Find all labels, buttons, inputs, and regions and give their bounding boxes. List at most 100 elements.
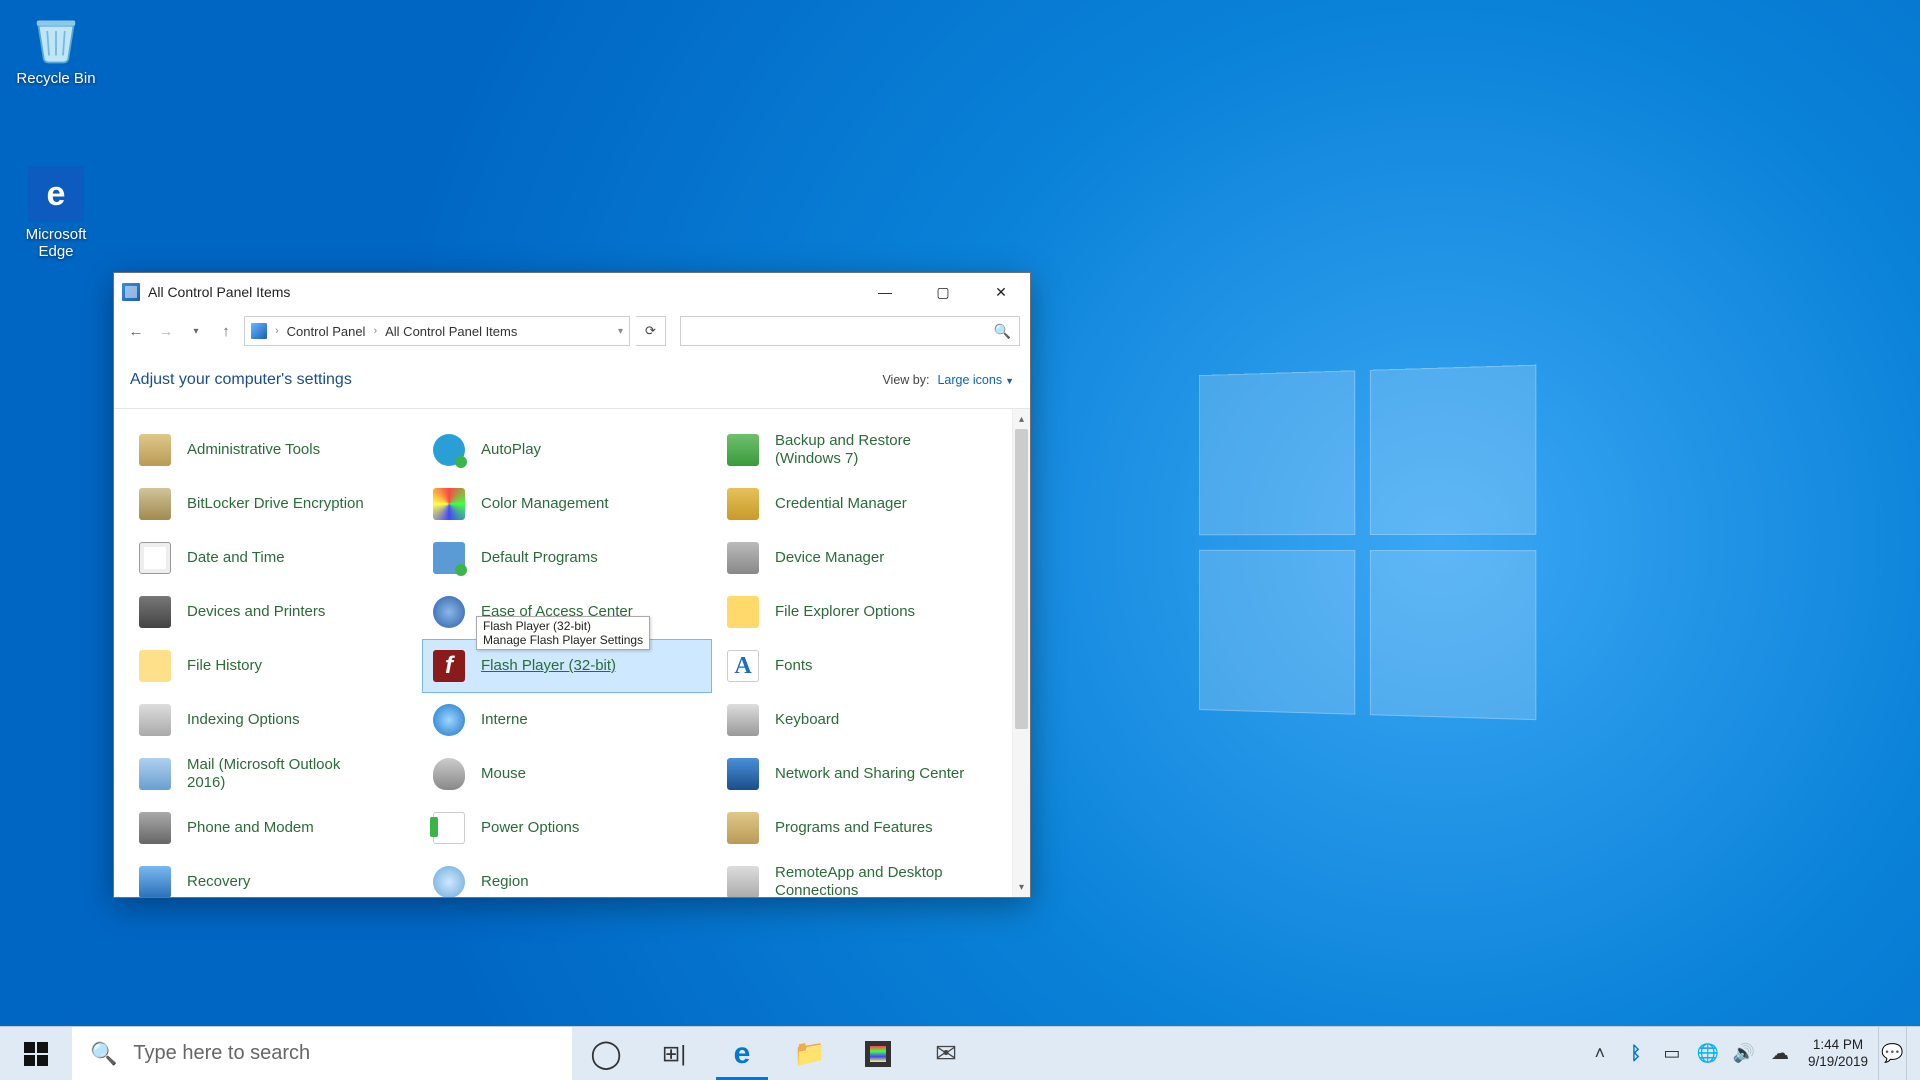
cp-item-recovery[interactable]: Recovery xyxy=(128,855,418,897)
cp-item-power-options[interactable]: Power Options xyxy=(422,801,712,855)
autoplay-icon xyxy=(431,432,467,468)
windows-icon xyxy=(24,1042,48,1066)
refresh-button[interactable]: ⟳ xyxy=(636,316,666,346)
cp-item-file-history[interactable]: File History xyxy=(128,639,418,693)
cp-item-label: AutoPlay xyxy=(481,441,541,459)
cp-item-date-time[interactable]: Date and Time xyxy=(128,531,418,585)
cp-item-phone-modem[interactable]: Phone and Modem xyxy=(128,801,418,855)
taskbar-task-view[interactable]: ⊞| xyxy=(640,1027,708,1080)
forward-button[interactable]: → xyxy=(154,319,178,343)
scroll-thumb[interactable] xyxy=(1015,429,1028,729)
taskbar-edge[interactable]: e xyxy=(708,1027,776,1080)
taskbar-mail[interactable]: ✉ xyxy=(912,1027,980,1080)
recovery-icon xyxy=(137,864,173,897)
desktop-icon-edge[interactable]: e Microsoft Edge xyxy=(6,160,106,267)
search-icon: 🔍 xyxy=(90,1041,117,1067)
cp-item-mouse[interactable]: Mouse xyxy=(422,747,712,801)
mail-icon xyxy=(137,756,173,792)
taskbar-clock[interactable]: 1:44 PM 9/19/2019 xyxy=(1798,1037,1878,1071)
cp-item-label: Mouse xyxy=(481,765,526,783)
scroll-down-button[interactable]: ▾ xyxy=(1013,877,1030,897)
tray-network[interactable]: 🌐 xyxy=(1690,1027,1726,1080)
cp-item-administrative-tools[interactable]: Administrative Tools xyxy=(128,423,418,477)
cp-item-mail[interactable]: Mail (Microsoft Outlook 2016) xyxy=(128,747,418,801)
cp-item-label: Power Options xyxy=(481,819,579,837)
maximize-button[interactable]: ▢ xyxy=(914,273,972,311)
window-title: All Control Panel Items xyxy=(148,284,856,300)
cp-item-label: Phone and Modem xyxy=(187,819,314,837)
action-center-button[interactable]: 💬 xyxy=(1878,1027,1906,1080)
viewby-dropdown[interactable]: Large icons▼ xyxy=(937,373,1014,387)
tooltip-desc: Manage Flash Player Settings xyxy=(483,633,643,647)
cp-item-label: Network and Sharing Center xyxy=(775,765,964,783)
cp-item-label: Mail (Microsoft Outlook 2016) xyxy=(187,756,377,792)
programs-features-icon xyxy=(725,810,761,846)
system-tray: ˄ᛒ▭🌐🔊☁ 1:44 PM 9/19/2019 💬 xyxy=(1582,1027,1920,1080)
chevron-right-icon: › xyxy=(371,325,379,337)
backup-restore-icon xyxy=(725,432,761,468)
tray-bluetooth[interactable]: ᛒ xyxy=(1618,1027,1654,1080)
taskbar-file-explorer[interactable]: 📁 xyxy=(776,1027,844,1080)
tray-volume[interactable]: 🔊 xyxy=(1726,1027,1762,1080)
cp-item-default-programs[interactable]: Default Programs xyxy=(422,531,712,585)
cp-item-network-sharing[interactable]: Network and Sharing Center xyxy=(716,747,1006,801)
tooltip-title: Flash Player (32-bit) xyxy=(483,619,643,633)
control-panel-icon xyxy=(122,283,140,301)
indexing-options-icon xyxy=(137,702,173,738)
scrollbar[interactable]: ▴ ▾ xyxy=(1012,409,1030,897)
cp-item-programs-features[interactable]: Programs and Features xyxy=(716,801,1006,855)
cp-item-fonts[interactable]: AFonts xyxy=(716,639,1006,693)
cp-item-label: Flash Player (32-bit) xyxy=(481,657,616,675)
cp-item-region[interactable]: Region xyxy=(422,855,712,897)
cp-item-label: RemoteApp and Desktop Connections xyxy=(775,864,965,897)
address-bar: ← → ▾ ↑ › Control Panel › All Control Pa… xyxy=(114,311,1030,351)
cp-item-keyboard[interactable]: Keyboard xyxy=(716,693,1006,747)
cp-item-credential-manager[interactable]: Credential Manager xyxy=(716,477,1006,531)
start-button[interactable] xyxy=(0,1027,72,1080)
cp-item-backup-restore[interactable]: Backup and Restore (Windows 7) xyxy=(716,423,1006,477)
tooltip: Flash Player (32-bit) Manage Flash Playe… xyxy=(476,616,650,650)
cp-item-device-manager[interactable]: Device Manager xyxy=(716,531,1006,585)
recent-dropdown[interactable]: ▾ xyxy=(184,319,208,343)
cp-item-label: Default Programs xyxy=(481,549,598,567)
desktop-icon-recycle-bin[interactable]: Recycle Bin xyxy=(6,4,106,93)
cp-item-label: Device Manager xyxy=(775,549,884,567)
content-area: Administrative Tools AutoPlay Backup and R… xyxy=(114,409,1012,897)
scroll-up-button[interactable]: ▴ xyxy=(1013,409,1030,429)
search-input[interactable]: 🔍 xyxy=(680,316,1020,346)
cp-item-label: Date and Time xyxy=(187,549,285,567)
cp-item-file-explorer-options[interactable]: File Explorer Options xyxy=(716,585,1006,639)
tray-onedrive[interactable]: ☁ xyxy=(1762,1027,1798,1080)
taskbar-search[interactable]: 🔍 Type here to search xyxy=(72,1027,572,1080)
network-sharing-icon xyxy=(725,756,761,792)
search-icon: 🔍 xyxy=(994,323,1011,340)
cp-item-label: File History xyxy=(187,657,262,675)
up-button[interactable]: ↑ xyxy=(214,319,238,343)
cp-item-label: Recovery xyxy=(187,873,250,891)
taskbar-store[interactable] xyxy=(844,1027,912,1080)
taskbar-cortana[interactable]: ◯ xyxy=(572,1027,640,1080)
tray-chevron[interactable]: ˄ xyxy=(1582,1027,1618,1080)
control-panel-mini-icon xyxy=(251,323,267,339)
cp-item-autoplay[interactable]: AutoPlay xyxy=(422,423,712,477)
cp-item-color-management[interactable]: Color Management xyxy=(422,477,712,531)
cp-item-bitlocker[interactable]: BitLocker Drive Encryption xyxy=(128,477,418,531)
show-desktop-button[interactable] xyxy=(1906,1027,1916,1080)
cp-item-label: Fonts xyxy=(775,657,813,675)
tray-battery[interactable]: ▭ xyxy=(1654,1027,1690,1080)
cp-item-indexing-options[interactable]: Indexing Options xyxy=(128,693,418,747)
minimize-button[interactable]: — xyxy=(856,273,914,311)
desktop: Recycle Bin e Microsoft Edge All Control… xyxy=(0,0,1920,1026)
device-manager-icon xyxy=(725,540,761,576)
breadcrumb[interactable]: › Control Panel › All Control Panel Item… xyxy=(244,316,630,346)
close-button[interactable]: ✕ xyxy=(972,273,1030,311)
cp-item-internet-options[interactable]: Interne xyxy=(422,693,712,747)
cp-item-remoteapp[interactable]: RemoteApp and Desktop Connections xyxy=(716,855,1006,897)
breadcrumb-current[interactable]: All Control Panel Items xyxy=(385,324,517,339)
back-button[interactable]: ← xyxy=(124,319,148,343)
addr-dropdown[interactable]: ▾ xyxy=(618,326,623,337)
titlebar[interactable]: All Control Panel Items — ▢ ✕ xyxy=(114,273,1030,311)
breadcrumb-root[interactable]: Control Panel xyxy=(287,324,366,339)
subheader: Adjust your computer's settings View by:… xyxy=(114,351,1030,409)
cp-item-devices-printers[interactable]: Devices and Printers xyxy=(128,585,418,639)
